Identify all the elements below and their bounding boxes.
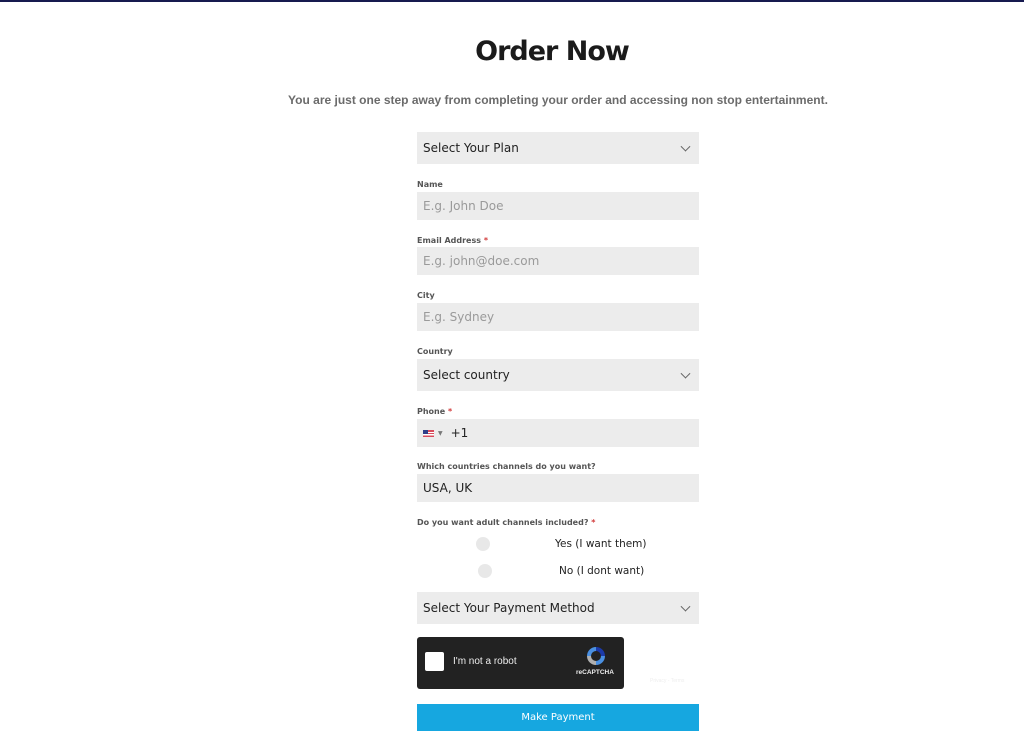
page-subtitle: You are just one step away from completi… [288, 93, 828, 107]
radio-label: No (I dont want) [559, 565, 645, 577]
channels-input[interactable]: USA, UK [417, 474, 699, 502]
required-mark: * [483, 236, 488, 245]
radio-button[interactable] [476, 537, 490, 551]
name-label: Name [417, 180, 443, 189]
radio-button[interactable] [478, 564, 492, 578]
caret-down-icon[interactable]: ▼ [438, 430, 443, 437]
payment-select-value: Select Your Payment Method [423, 601, 595, 615]
chevron-down-icon [680, 601, 691, 612]
city-placeholder: E.g. Sydney [423, 310, 495, 324]
name-input[interactable]: E.g. John Doe [417, 192, 699, 220]
page-title: Order Now [475, 36, 630, 67]
recaptcha-widget: I'm not a robot reCAPTCHA [417, 637, 624, 689]
required-mark: * [591, 518, 596, 527]
adult-label: Do you want adult channels included? * [417, 518, 596, 527]
recaptcha-links[interactable]: Privacy - Terms [650, 678, 684, 684]
us-flag-icon[interactable] [423, 429, 434, 437]
plan-select-value: Select Your Plan [423, 141, 519, 155]
plan-select[interactable]: Select Your Plan [417, 132, 699, 164]
required-mark: * [447, 407, 453, 416]
email-input[interactable]: E.g. john@doe.com [417, 247, 699, 275]
adult-option-no[interactable]: No (I dont want) [417, 563, 699, 579]
recaptcha-label: I'm not a robot [453, 656, 517, 667]
recaptcha-checkbox[interactable] [425, 652, 444, 671]
email-label: Email Address * [417, 236, 488, 245]
name-placeholder: E.g. John Doe [423, 199, 504, 213]
city-input[interactable]: E.g. Sydney [417, 303, 699, 331]
chevron-down-icon [680, 141, 691, 152]
phone-label: Phone * [417, 407, 453, 416]
radio-label: Yes (I want them) [555, 538, 647, 550]
city-label: City [417, 291, 435, 300]
country-select[interactable]: Select country [417, 359, 699, 391]
make-payment-button[interactable]: Make Payment [417, 704, 699, 731]
recaptcha-brand: reCAPTCHA [576, 669, 614, 676]
payment-method-select[interactable]: Select Your Payment Method [417, 592, 699, 624]
country-select-value: Select country [423, 368, 510, 382]
chevron-down-icon [680, 368, 691, 379]
channels-label: Which countries channels do you want? [417, 462, 596, 471]
channels-value: USA, UK [423, 481, 473, 495]
recaptcha-logo-icon [587, 647, 605, 665]
email-placeholder: E.g. john@doe.com [423, 254, 540, 268]
adult-option-yes[interactable]: Yes (I want them) [417, 536, 699, 552]
phone-input[interactable]: ▼ +1 [417, 419, 699, 447]
country-label: Country [417, 347, 453, 356]
dial-code: +1 [450, 426, 469, 440]
